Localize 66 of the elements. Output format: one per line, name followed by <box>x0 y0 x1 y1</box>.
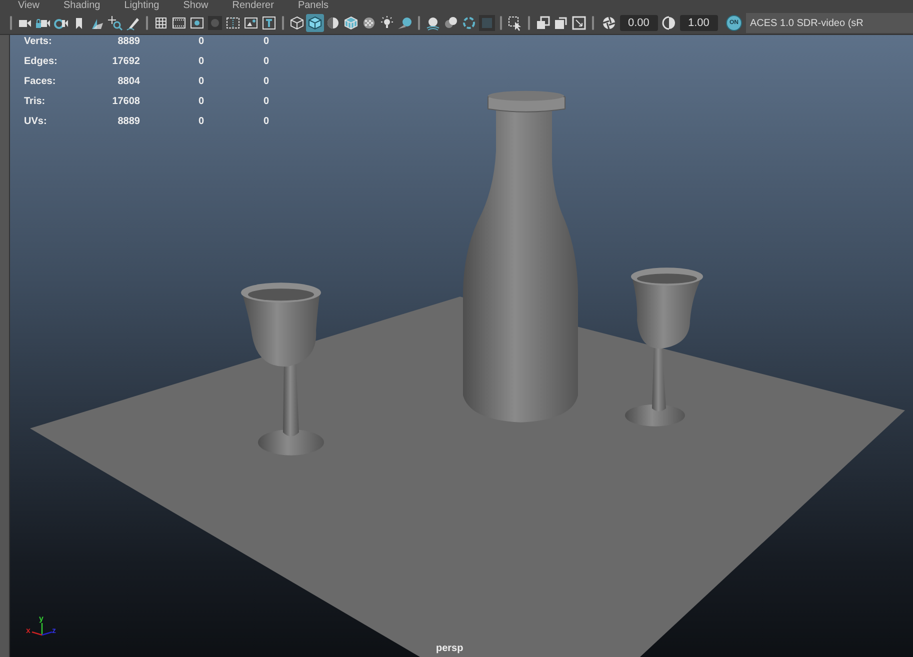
half-circle-icon[interactable] <box>661 15 677 31</box>
menu-item[interactable]: Lighting <box>124 0 160 12</box>
overlap-squares-toggle[interactable] <box>534 14 552 32</box>
square-corner-icon <box>553 15 569 31</box>
stat-label: Verts: <box>24 35 53 48</box>
exposure-field[interactable]: 0.00 <box>620 15 658 31</box>
menu-item[interactable]: Show <box>183 0 208 12</box>
stat-label: Edges: <box>24 55 58 68</box>
wireframe-cube-toggle[interactable] <box>288 14 306 32</box>
aperture-icon[interactable] <box>601 15 617 31</box>
checker-icon <box>361 15 377 31</box>
stat-value: 0 <box>262 55 269 68</box>
select-cursor-icon <box>507 15 523 31</box>
stat-value: 0 <box>197 35 204 48</box>
stat-value: 8889 <box>116 115 140 128</box>
stat-value: 0 <box>262 75 269 88</box>
menu-item[interactable]: Shading <box>64 0 100 12</box>
stat-label: Tris: <box>24 95 46 108</box>
axis-indicator: y x z <box>18 611 58 641</box>
film-frame-icon <box>171 15 187 31</box>
light-bulb-icon <box>379 15 395 31</box>
stat-value: 8889 <box>116 35 140 48</box>
stat-value: 8804 <box>116 75 140 88</box>
pan-zoom-toggle[interactable] <box>106 14 124 32</box>
text-frame-toggle[interactable] <box>260 14 278 32</box>
overlap-squares-icon <box>535 15 551 31</box>
dashed-frame-icon <box>225 15 241 31</box>
menu-item[interactable]: Renderer <box>232 0 274 12</box>
stat-value: 0 <box>197 75 204 88</box>
stat-value: 0 <box>262 35 269 48</box>
stat-value: 0 <box>262 95 269 108</box>
stat-value: 0 <box>197 55 204 68</box>
text-frame-icon <box>261 15 277 31</box>
ring-icon <box>461 15 477 31</box>
stat-value: 17608 <box>111 95 140 108</box>
ring-toggle[interactable] <box>460 14 478 32</box>
picture-frame-icon <box>243 15 259 31</box>
menu-item[interactable]: View <box>18 0 40 12</box>
stat-value: 17692 <box>111 55 140 68</box>
pan-zoom-icon <box>107 15 123 31</box>
grid-icon <box>153 15 169 31</box>
sphere-icon <box>425 15 441 31</box>
shaded-cube-icon <box>307 15 323 31</box>
color-space-dropdown[interactable]: ACES 1.0 SDR-video (sR <box>746 13 913 33</box>
camera-name: persp <box>436 643 464 654</box>
shadow-sphere-icon <box>397 15 413 31</box>
stat-value: 0 <box>197 115 204 128</box>
wireframe-cube-icon <box>289 15 305 31</box>
stat-value: 0 <box>262 115 269 128</box>
menu-item[interactable]: Panels <box>298 0 329 12</box>
frame-arrow-toggle[interactable] <box>570 14 588 32</box>
gamma-field[interactable]: 1.00 <box>680 15 718 31</box>
wire-cube-icon <box>343 15 359 31</box>
stat-label: Faces: <box>24 75 57 88</box>
viewport[interactable]: Verts: 8889 0 0 Edges: 17692 0 0 Faces: 8804 0 0 Tris: 17608 0 0 UVs: 8889 0 0 y x z persp <box>10 35 913 657</box>
wire-cube-toggle[interactable] <box>342 14 360 32</box>
shaded-cube-toggle[interactable] <box>306 14 324 32</box>
pencil-icon <box>125 15 141 31</box>
dark-square-toggle[interactable] <box>478 14 496 32</box>
half-sphere-icon <box>325 15 341 31</box>
dot-frame-icon <box>189 15 205 31</box>
stat-value: 0 <box>197 95 204 108</box>
spheres-icon <box>443 15 459 31</box>
dark-square-icon <box>479 15 495 31</box>
stat-label: UVs: <box>24 115 48 128</box>
dark-circle-toggle[interactable] <box>206 14 224 32</box>
